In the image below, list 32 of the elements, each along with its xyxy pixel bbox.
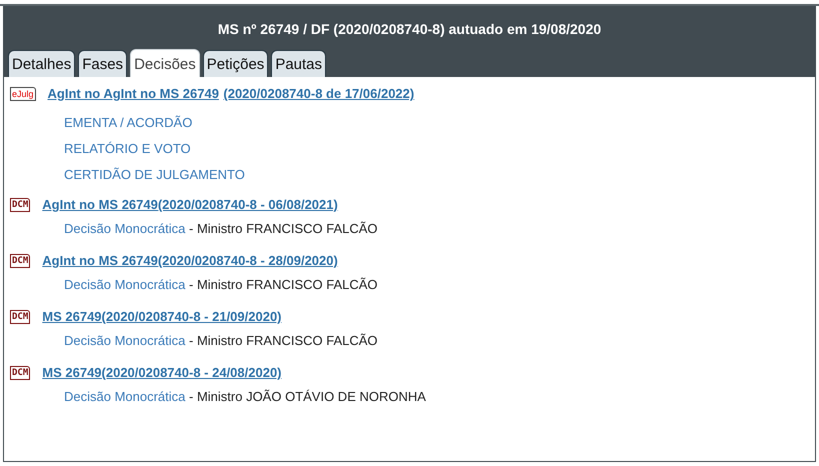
document-icon: DCM xyxy=(10,254,30,268)
decision-link[interactable]: AgInt no AgInt no MS 26749 xyxy=(48,86,219,101)
decision-type-link[interactable]: Decisão Monocrática xyxy=(64,333,186,348)
document-link[interactable]: RELATÓRIO E VOTO xyxy=(64,141,815,156)
minister-name: - Ministro JOÃO OTÁVIO DE NORONHA xyxy=(189,389,426,404)
tab[interactable]: Detalhes xyxy=(8,50,76,77)
document-icon: DCM xyxy=(10,366,30,380)
minister-name: - Ministro FRANCISCO FALCÃO xyxy=(189,333,378,348)
decision-link[interactable]: MS 26749 xyxy=(42,365,102,380)
registry-link[interactable]: (2020/0208740-8 - 21/09/2020) xyxy=(102,309,282,324)
document-link[interactable]: EMENTA / ACORDÃO xyxy=(64,115,815,130)
decision-link[interactable]: AgInt no MS 26749 xyxy=(42,197,158,212)
tab[interactable]: Petições xyxy=(202,50,268,77)
registry-link[interactable]: (2020/0208740-8 de 17/06/2022) xyxy=(223,86,414,101)
case-title: MS nº 26749 / DF (2020/0208740-8) autuado em 19/08/2020 xyxy=(216,21,602,37)
registry-link[interactable]: (2020/0208740-8 - 24/08/2020) xyxy=(102,365,282,380)
ejulg-icon: eJulg xyxy=(10,87,36,101)
minister-name: - Ministro FRANCISCO FALCÃO xyxy=(189,221,378,236)
registry-link[interactable]: (2020/0208740-8 - 06/08/2021) xyxy=(158,197,338,212)
document-link[interactable]: CERTIDÃO DE JULGAMENTO xyxy=(64,167,815,182)
minister-name: - Ministro FRANCISCO FALCÃO xyxy=(189,277,378,292)
decision-link[interactable]: AgInt no MS 26749 xyxy=(42,253,158,268)
decision-type-link[interactable]: Decisão Monocrática xyxy=(64,389,186,404)
decision-type-link[interactable]: Decisão Monocrática xyxy=(64,277,186,292)
registry-link[interactable]: (2020/0208740-8 - 28/09/2020) xyxy=(158,253,338,268)
decision-link[interactable]: MS 26749 xyxy=(42,309,102,324)
document-icon: DCM xyxy=(10,198,30,212)
document-icon: DCM xyxy=(10,310,30,324)
tab[interactable]: Pautas xyxy=(271,50,326,77)
tab[interactable]: Fases xyxy=(78,50,128,77)
decision-type-link[interactable]: Decisão Monocrática xyxy=(64,221,186,236)
tab[interactable]: Decisões xyxy=(130,49,200,77)
